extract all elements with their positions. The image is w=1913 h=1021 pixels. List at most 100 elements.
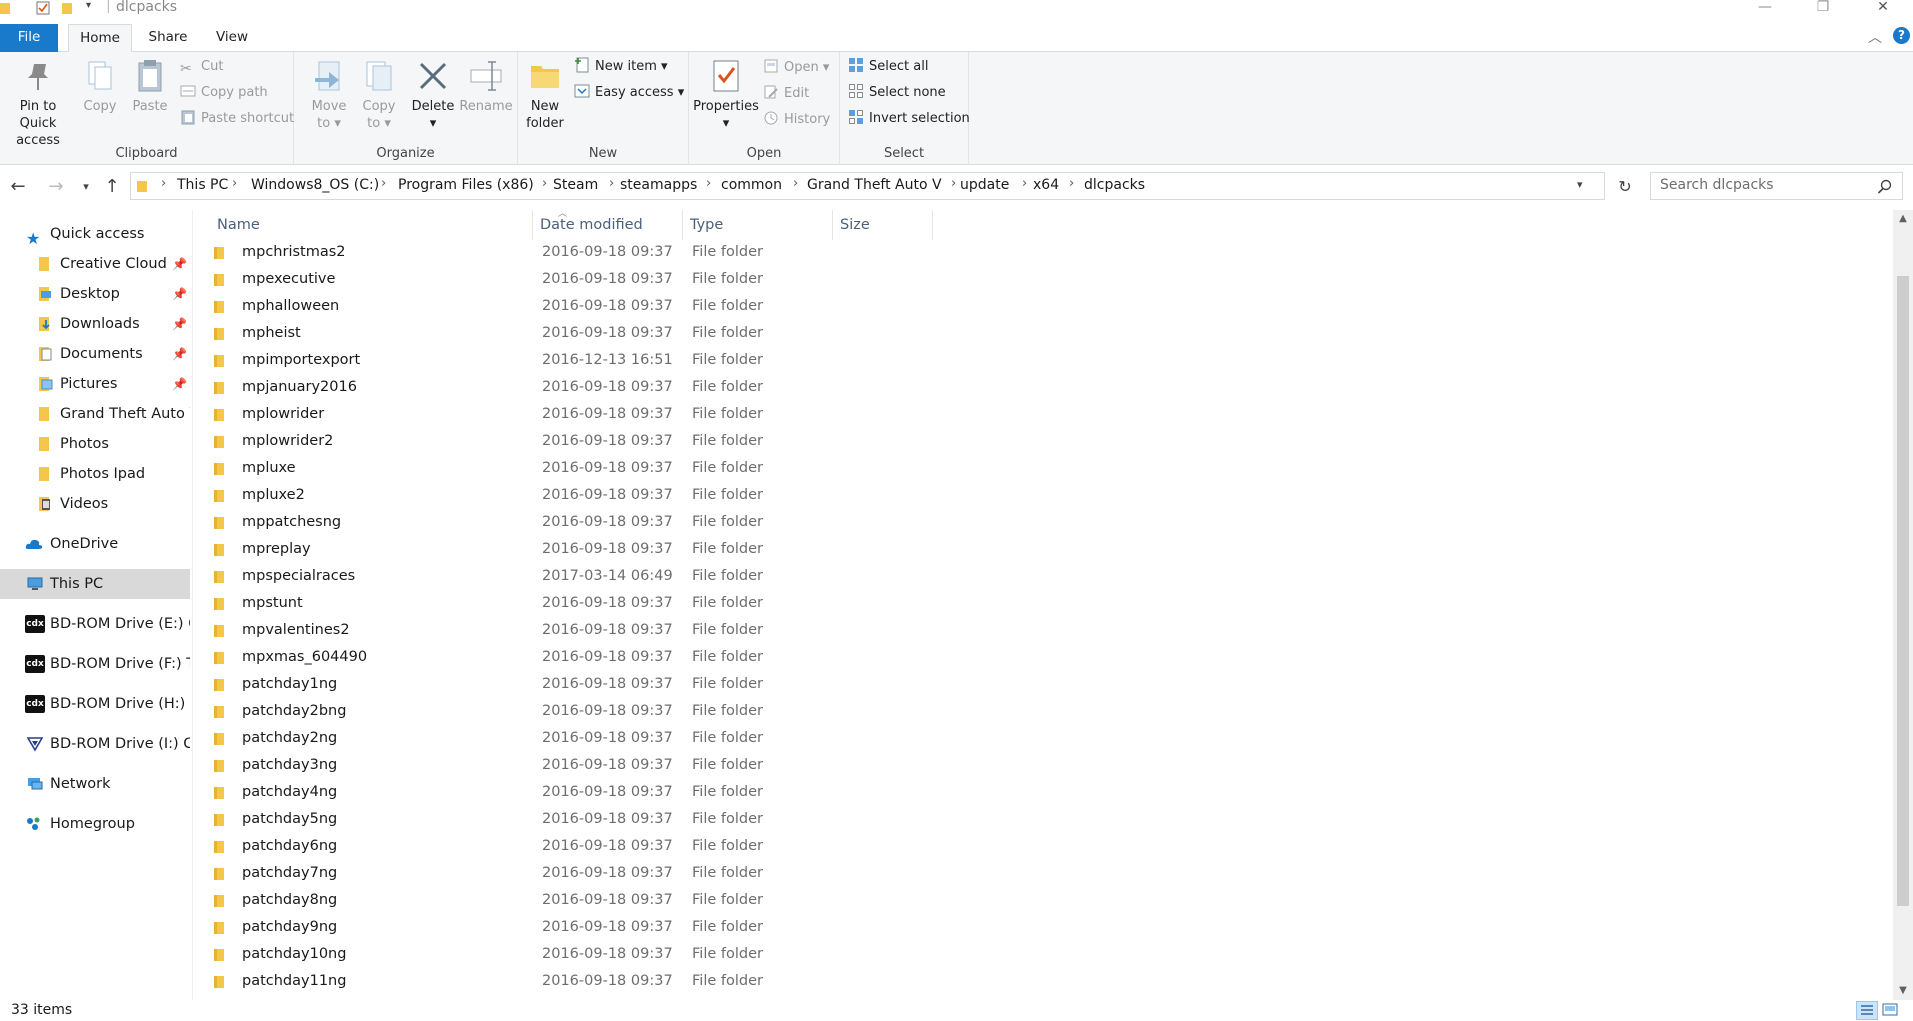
- pin-icon[interactable]: 📌: [172, 279, 187, 309]
- table-row[interactable]: patchday10ng 2016-09-18 09:37 File folder: [210, 942, 1128, 969]
- invert-selection-button[interactable]: Invert selection: [848, 108, 970, 130]
- column-header-date[interactable]: Date modified: [533, 210, 683, 240]
- breadcrumb-separator[interactable]: ›: [232, 176, 237, 191]
- breadcrumb-gta-v[interactable]: Grand Theft Auto V: [807, 177, 942, 193]
- nav-item-photos-ipad[interactable]: Photos Ipad: [0, 459, 190, 489]
- nav-drive-h[interactable]: cdx BD-ROM Drive (H:) N: [0, 689, 190, 719]
- copy-path-button[interactable]: Copy path: [180, 82, 268, 104]
- close-button[interactable]: ✕: [1860, 0, 1906, 17]
- table-row[interactable]: patchday9ng 2016-09-18 09:37 File folder: [210, 915, 1128, 942]
- breadcrumb-windows8-os[interactable]: Windows8_OS (C:): [251, 177, 379, 193]
- nav-drive-e[interactable]: cdx BD-ROM Drive (E:) Ci: [0, 609, 190, 639]
- table-row[interactable]: mpspecialraces 2017-03-14 06:49 File folde…: [210, 564, 1128, 591]
- paste-button[interactable]: Paste: [128, 58, 172, 115]
- nav-drive-f[interactable]: cdx BD-ROM Drive (F:) To: [0, 649, 190, 679]
- scroll-up-arrow-icon[interactable]: ▲: [1893, 210, 1913, 228]
- table-row[interactable]: patchday8ng 2016-09-18 09:37 File folder: [210, 888, 1128, 915]
- easy-access-button[interactable]: Easy access ▾: [574, 82, 684, 104]
- nav-item-desktop[interactable]: Desktop 📌: [0, 279, 190, 309]
- copy-to-button[interactable]: Copy to ▾: [356, 58, 402, 132]
- breadcrumb-separator[interactable]: ›: [706, 176, 711, 191]
- breadcrumb-separator[interactable]: ›: [1069, 176, 1074, 191]
- refresh-icon[interactable]: ↻: [1613, 175, 1637, 199]
- column-header-type[interactable]: Type: [683, 210, 833, 240]
- nav-onedrive[interactable]: OneDrive: [0, 529, 190, 559]
- qa-customize-icon[interactable]: ▾: [86, 0, 91, 11]
- nav-item-videos[interactable]: Videos: [0, 489, 190, 519]
- table-row[interactable]: mpchristmas2 2016-09-18 09:37 File folder: [210, 240, 1128, 267]
- address-history-chevron-icon[interactable]: ▾: [1577, 178, 1583, 191]
- nav-item-gta-v[interactable]: Grand Theft Auto V: [0, 399, 190, 429]
- table-row[interactable]: mplowrider 2016-09-18 09:37 File folder: [210, 402, 1128, 429]
- breadcrumb-program-files[interactable]: Program Files (x86): [398, 177, 534, 193]
- table-row[interactable]: patchday2ng 2016-09-18 09:37 File folder: [210, 726, 1128, 753]
- pin-quick-access-button[interactable]: Pin to Quick access: [2, 58, 74, 149]
- breadcrumb-common[interactable]: common: [721, 177, 782, 193]
- breadcrumb-separator[interactable]: ›: [542, 176, 547, 191]
- restore-button[interactable]: ❐: [1800, 0, 1846, 17]
- cut-button[interactable]: ✂ Cut: [180, 56, 223, 78]
- breadcrumb-separator[interactable]: ›: [381, 176, 386, 191]
- nav-drive-i[interactable]: BD-ROM Drive (I:) Ca: [0, 729, 190, 759]
- table-row[interactable]: patchday11ng 2016-09-18 09:37 File folder: [210, 969, 1128, 996]
- move-to-button[interactable]: Move to ▾: [306, 58, 352, 132]
- new-folder-button[interactable]: New folder: [524, 58, 566, 132]
- nav-network[interactable]: Network: [0, 769, 190, 799]
- ribbon-collapse-icon[interactable]: ︿: [1868, 27, 1882, 47]
- properties-qa-icon[interactable]: [36, 1, 50, 15]
- table-row[interactable]: mpheist 2016-09-18 09:37 File folder: [210, 321, 1128, 348]
- copy-button[interactable]: Copy: [78, 58, 122, 115]
- table-row[interactable]: mpreplay 2016-09-18 09:37 File folder: [210, 537, 1128, 564]
- breadcrumb-steamapps[interactable]: steamapps: [620, 177, 697, 193]
- table-row[interactable]: mpimportexport 2016-12-13 16:51 File folde…: [210, 348, 1128, 375]
- tab-share[interactable]: Share: [142, 24, 194, 52]
- breadcrumb-separator[interactable]: ›: [161, 176, 166, 191]
- table-row[interactable]: patchday7ng 2016-09-18 09:37 File folder: [210, 861, 1128, 888]
- table-row[interactable]: patchday2bng 2016-09-18 09:37 File folder: [210, 699, 1128, 726]
- table-row[interactable]: mpluxe 2016-09-18 09:37 File folder: [210, 456, 1128, 483]
- table-row[interactable]: mpstunt 2016-09-18 09:37 File folder: [210, 591, 1128, 618]
- details-view-icon[interactable]: [1856, 1001, 1878, 1020]
- nav-item-documents[interactable]: Documents 📌: [0, 339, 190, 369]
- nav-item-pictures[interactable]: Pictures 📌: [0, 369, 190, 399]
- large-icons-view-icon[interactable]: [1880, 1001, 1902, 1020]
- pin-icon[interactable]: 📌: [172, 249, 187, 279]
- vertical-scrollbar[interactable]: ▲ ▼: [1893, 210, 1913, 1000]
- tab-home[interactable]: Home: [68, 24, 132, 53]
- nav-quick-access[interactable]: ★ Quick access: [0, 219, 190, 249]
- nav-item-photos[interactable]: Photos: [0, 429, 190, 459]
- table-row[interactable]: mpvalentines2 2016-09-18 09:37 File folder: [210, 618, 1128, 645]
- breadcrumb-separator[interactable]: ›: [1022, 176, 1027, 191]
- paste-shortcut-button[interactable]: Paste shortcut: [180, 108, 294, 130]
- search-icon[interactable]: [1877, 179, 1893, 195]
- edit-button[interactable]: Edit: [763, 83, 809, 105]
- breadcrumb-steam[interactable]: Steam: [553, 177, 598, 193]
- breadcrumb-separator[interactable]: ›: [609, 176, 614, 191]
- breadcrumb-separator[interactable]: ›: [951, 176, 956, 191]
- new-folder-qa-icon[interactable]: [62, 1, 74, 15]
- table-row[interactable]: mpexecutive 2016-09-18 09:37 File folder: [210, 267, 1128, 294]
- table-row[interactable]: patchday6ng 2016-09-18 09:37 File folder: [210, 834, 1128, 861]
- address-bar[interactable]: › This PC › Windows8_OS (C:) › Program F…: [130, 172, 1605, 200]
- table-row[interactable]: mphalloween 2016-09-18 09:37 File folder: [210, 294, 1128, 321]
- recent-locations-chevron-icon[interactable]: ▾: [74, 175, 98, 199]
- breadcrumb-dlcpacks[interactable]: dlcpacks: [1084, 177, 1145, 193]
- minimize-button[interactable]: —: [1742, 0, 1788, 17]
- tab-file[interactable]: File: [0, 24, 58, 52]
- table-row[interactable]: mpjanuary2016 2016-09-18 09:37 File folder: [210, 375, 1128, 402]
- up-arrow-icon[interactable]: ↑: [100, 175, 124, 199]
- table-row[interactable]: mppatchesng 2016-09-18 09:37 File folder: [210, 510, 1128, 537]
- new-item-button[interactable]: New item ▾: [574, 56, 668, 78]
- column-header-name[interactable]: Name: [210, 210, 533, 240]
- scrollbar-thumb[interactable]: [1897, 276, 1909, 906]
- select-none-button[interactable]: Select none: [848, 82, 946, 104]
- table-row[interactable]: patchday1ng 2016-09-18 09:37 File folder: [210, 672, 1128, 699]
- pin-icon[interactable]: 📌: [172, 339, 187, 369]
- table-row[interactable]: patchday3ng 2016-09-18 09:37 File folder: [210, 753, 1128, 780]
- column-header-size[interactable]: Size: [833, 210, 933, 240]
- help-icon[interactable]: ?: [1893, 27, 1910, 44]
- table-row[interactable]: mpluxe2 2016-09-18 09:37 File folder: [210, 483, 1128, 510]
- table-row[interactable]: patchday4ng 2016-09-18 09:37 File folder: [210, 780, 1128, 807]
- history-button[interactable]: History: [763, 109, 830, 131]
- breadcrumb-update[interactable]: update: [960, 177, 1009, 193]
